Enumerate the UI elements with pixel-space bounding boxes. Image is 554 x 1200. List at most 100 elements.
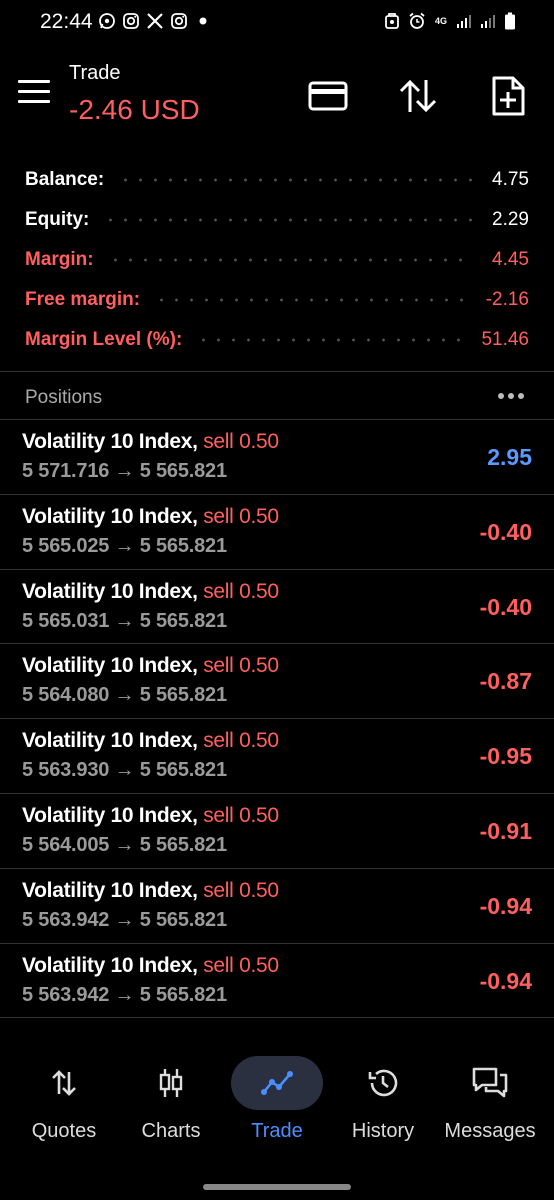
whatsapp-icon	[98, 12, 116, 30]
page-title: Trade	[69, 62, 121, 84]
nav-label: History	[351, 1120, 415, 1142]
4g-icon: 4G	[434, 16, 447, 26]
new-order-icon[interactable]	[486, 74, 530, 118]
position-prices: 5 563.930 → 5 565.821	[22, 759, 227, 782]
summary-value: 4.75	[492, 169, 529, 190]
dot-leader	[107, 258, 475, 262]
nav-label: Trade	[251, 1120, 303, 1142]
summary-row-free-margin: Free margin: -2.16	[25, 280, 529, 320]
position-symbol-line: Volatility 10 Index, sell 0.50	[22, 954, 279, 978]
position-symbol-line: Volatility 10 Index, sell 0.50	[22, 804, 279, 828]
position-prices: 5 564.005 → 5 565.821	[22, 833, 227, 856]
position-profit: 2.95	[487, 444, 532, 470]
instagram-icon	[122, 12, 140, 30]
nav-history[interactable]: History	[333, 1050, 433, 1150]
top-app-bar: Trade -2.46 USD	[0, 44, 554, 150]
dot-icon	[194, 12, 212, 30]
summary-label: Balance:	[25, 169, 105, 190]
signal-icon	[456, 13, 472, 29]
charts-icon	[125, 1056, 217, 1110]
more-options-icon[interactable]	[496, 384, 526, 408]
position-symbol: Volatility 10 Index,	[22, 803, 198, 827]
position-profit: -0.91	[479, 817, 532, 844]
position-prices: 5 565.025 → 5 565.821	[22, 534, 227, 557]
nav-label: Messages	[444, 1120, 536, 1142]
position-row[interactable]: Volatility 10 Index, sell 0.50 5 571.716 …	[0, 420, 554, 495]
position-prices: 5 564.080 → 5 565.821	[22, 684, 227, 707]
position-profit: -0.95	[479, 743, 532, 770]
position-row[interactable]: Volatility 10 Index, sell 0.50 5 563.942 …	[0, 869, 554, 944]
summary-value: 4.45	[492, 249, 529, 270]
total-profit: -2.46 USD	[69, 94, 200, 125]
status-time: 22:44	[40, 10, 93, 33]
summary-row-equity: Equity: 2.29	[25, 200, 529, 240]
alarm-icon	[408, 12, 426, 30]
summary-label: Equity:	[25, 209, 90, 230]
summary-label: Margin:	[25, 249, 94, 270]
position-row[interactable]: Volatility 10 Index, sell 0.50 5 565.025 …	[0, 495, 554, 570]
position-side: sell 0.50	[203, 504, 279, 528]
history-icon	[337, 1056, 429, 1110]
status-bar: 22:44 4G	[0, 0, 554, 44]
position-symbol-line: Volatility 10 Index, sell 0.50	[22, 879, 279, 903]
position-side: sell 0.50	[203, 654, 279, 678]
position-profit: -0.94	[479, 967, 532, 994]
position-side: sell 0.50	[203, 878, 279, 902]
position-side: sell 0.50	[203, 953, 279, 977]
summary-row-margin-level: Margin Level (%): 51.46	[25, 320, 529, 360]
summary-value: 51.46	[481, 329, 529, 350]
nav-label: Charts	[141, 1120, 201, 1142]
position-symbol-line: Volatility 10 Index, sell 0.50	[22, 580, 279, 604]
summary-row-balance: Balance: 4.75	[25, 160, 529, 200]
secure-folder-icon	[384, 12, 400, 30]
position-prices: 5 571.716 → 5 565.821	[22, 460, 227, 482]
position-side: sell 0.50	[203, 579, 279, 603]
position-symbol-line: Volatility 10 Index, sell 0.50	[22, 729, 279, 753]
position-prices: 5 565.031 → 5 565.821	[22, 609, 227, 632]
account-summary: Balance: 4.75 Equity: 2.29 Margin: 4.45 …	[25, 160, 529, 360]
position-profit: -0.40	[479, 593, 532, 620]
position-side: sell 0.50	[203, 803, 279, 827]
position-profit: -0.87	[479, 668, 532, 695]
position-row[interactable]: Volatility 10 Index, sell 0.50 5 565.031 …	[0, 570, 554, 645]
position-symbol: Volatility 10 Index,	[22, 953, 198, 977]
position-side: sell 0.50	[203, 430, 279, 453]
position-row[interactable]: Volatility 10 Index, sell 0.50 5 563.942 …	[0, 944, 554, 1019]
messages-icon	[444, 1056, 536, 1110]
positions-list: Volatility 10 Index, sell 0.50 5 571.716 …	[0, 420, 554, 1019]
position-prices: 5 563.942 → 5 565.821	[22, 908, 227, 931]
nav-charts[interactable]: Charts	[121, 1050, 221, 1150]
battery-icon	[504, 12, 516, 30]
position-symbol: Volatility 10 Index,	[22, 430, 198, 453]
position-symbol: Volatility 10 Index,	[22, 729, 198, 753]
position-symbol: Volatility 10 Index,	[22, 579, 198, 603]
dot-leader	[103, 218, 475, 222]
position-profit: -0.94	[479, 892, 532, 919]
bottom-navigation: Quotes Charts Trade History Messages	[0, 1050, 554, 1160]
notification-icons	[98, 12, 212, 30]
position-symbol: Volatility 10 Index,	[22, 878, 198, 902]
nav-trade[interactable]: Trade	[227, 1050, 327, 1150]
card-icon[interactable]	[306, 74, 350, 118]
menu-icon[interactable]	[18, 80, 50, 106]
trade-icon	[231, 1056, 323, 1110]
nav-quotes[interactable]: Quotes	[14, 1050, 114, 1150]
position-row[interactable]: Volatility 10 Index, sell 0.50 5 564.005 …	[0, 794, 554, 869]
summary-row-margin: Margin: 4.45	[25, 240, 529, 280]
x-icon	[146, 12, 164, 30]
position-symbol-line: Volatility 10 Index, sell 0.50	[22, 505, 279, 529]
nav-messages[interactable]: Messages	[440, 1050, 540, 1150]
position-row[interactable]: Volatility 10 Index, sell 0.50 5 564.080 …	[0, 644, 554, 720]
position-prices: 5 563.942 → 5 565.821	[22, 983, 227, 1006]
position-profit: -0.40	[479, 518, 532, 545]
position-symbol: Volatility 10 Index,	[22, 504, 198, 528]
positions-header: Positions	[0, 372, 554, 420]
system-icons: 4G	[384, 12, 516, 30]
positions-title: Positions	[25, 387, 103, 408]
sort-arrows-icon[interactable]	[396, 74, 440, 118]
quotes-icon	[18, 1056, 110, 1110]
summary-value: -2.16	[485, 289, 529, 310]
dot-leader	[118, 178, 475, 182]
position-row[interactable]: Volatility 10 Index, sell 0.50 5 563.930 …	[0, 719, 554, 794]
gesture-home-bar[interactable]	[203, 1184, 351, 1190]
